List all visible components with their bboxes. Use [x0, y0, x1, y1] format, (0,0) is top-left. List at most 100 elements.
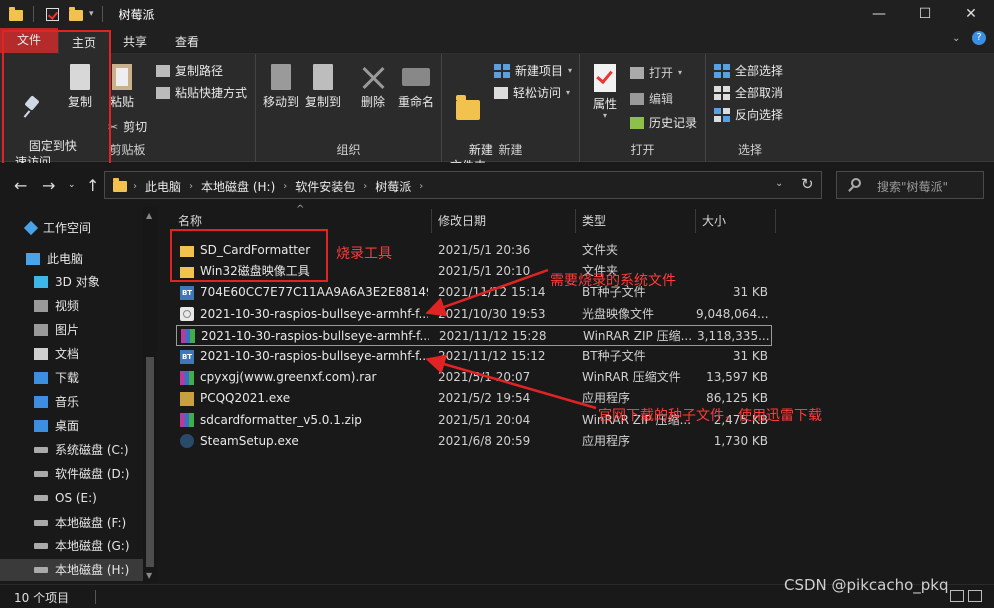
new-item-button[interactable]: 新建项目 ▾	[494, 62, 572, 79]
delete-button[interactable]: 删除	[356, 64, 390, 110]
open-button[interactable]: 打开 ▾	[630, 64, 682, 81]
properties-button[interactable]: 属性 ▾	[588, 64, 622, 120]
refresh-icon[interactable]: ↻	[801, 175, 814, 193]
select-none-button[interactable]: 全部取消	[714, 84, 783, 101]
properties-icon[interactable]	[46, 7, 59, 21]
sidebar-item[interactable]: 系统磁盘 (C:)	[0, 439, 143, 461]
file-name: 2021-10-30-raspios-bullseye-armhf-f...	[201, 328, 429, 343]
new-folder-icon[interactable]	[69, 7, 83, 21]
file-name: sdcardformatter_v5.0.1.zip	[200, 412, 362, 427]
tab-file[interactable]: 文件	[0, 28, 58, 53]
column-header-date[interactable]: 修改日期	[432, 209, 576, 233]
sidebar-item[interactable]: OS (E:)	[0, 487, 143, 509]
column-header-type[interactable]: 类型	[576, 209, 696, 233]
computer-icon	[26, 253, 40, 265]
drive-icon	[34, 567, 48, 573]
drive-icon	[34, 495, 48, 501]
select-all-button[interactable]: 全部选择	[714, 62, 783, 79]
select-group: 全部选择 全部取消 反向选择 选择	[706, 54, 794, 162]
music-icon	[34, 396, 48, 408]
sidebar-item[interactable]: 此电脑	[0, 248, 143, 270]
breadcrumb-item[interactable]: 本地磁盘 (H:)	[201, 178, 275, 195]
sidebar-item[interactable]: 视频	[0, 295, 143, 317]
sidebar-item[interactable]: 本地磁盘 (F:)	[0, 512, 143, 534]
sidebar-item[interactable]: 桌面	[0, 415, 143, 437]
sidebar-item[interactable]: 工作空间	[0, 217, 143, 239]
column-header-size[interactable]: 大小	[696, 209, 776, 233]
steam-icon	[180, 434, 194, 449]
history-button[interactable]: 历史记录	[630, 114, 697, 131]
close-button[interactable]: ✕	[948, 0, 994, 28]
archive-icon	[180, 370, 194, 385]
easy-access-button[interactable]: 轻松访问 ▾	[494, 84, 570, 101]
sidebar-item[interactable]: 软件磁盘 (D:)	[0, 463, 143, 485]
file-name: 2021-10-30-raspios-bullseye-armhf-f...	[200, 306, 428, 321]
search-icon	[851, 178, 861, 188]
minimize-button[interactable]: —	[856, 0, 902, 28]
file-date: 2021/10/30 19:53	[438, 306, 546, 321]
scrollbar-thumb[interactable]	[146, 357, 154, 567]
sidebar-item[interactable]: 3D 对象	[0, 271, 143, 293]
chevron-down-icon: ▾	[566, 88, 571, 97]
move-to-icon	[271, 64, 291, 90]
file-row[interactable]: SteamSetup.exe 2021/6/8 20:59 应用程序 1,730 KB	[176, 431, 772, 452]
file-row[interactable]: BT 2021-10-30-raspios-bullseye-armhf-f...…	[176, 346, 772, 367]
paste-shortcut-button[interactable]: 粘贴快捷方式	[156, 84, 247, 101]
copy-path-button[interactable]: 复制路径	[156, 62, 223, 79]
invert-selection-button[interactable]: 反向选择	[714, 106, 783, 123]
annotation-system-file: 需要烧录的系统文件	[550, 273, 676, 289]
tab-home[interactable]: 主页	[58, 30, 111, 54]
sidebar-scrollbar[interactable]: ▲ ▼	[143, 207, 157, 583]
breadcrumb-item[interactable]: 软件安装包	[295, 178, 355, 195]
help-icon[interactable]: ?	[972, 31, 986, 45]
sidebar-item[interactable]: 图片	[0, 319, 143, 341]
rename-button[interactable]: 重命名	[394, 64, 438, 110]
sidebar-item[interactable]: 音乐	[0, 391, 143, 413]
back-arrow-icon[interactable]: ←	[14, 176, 27, 195]
file-row[interactable]: cpyxgj(www.greenxf.com).rar 2021/5/1 20:0…	[176, 367, 772, 388]
sidebar-item[interactable]: 下载	[0, 367, 143, 389]
tab-share[interactable]: 共享	[110, 30, 160, 54]
file-date: 2021/5/1 20:04	[438, 412, 531, 427]
chevron-down-icon[interactable]: ⌄	[775, 178, 783, 189]
chevron-down-icon[interactable]: ▾	[89, 9, 94, 19]
divider	[33, 6, 34, 22]
breadcrumb-item[interactable]: 此电脑	[145, 178, 181, 195]
scroll-up-icon[interactable]: ▲	[146, 211, 152, 220]
forward-arrow-icon[interactable]: →	[42, 176, 55, 195]
file-type: 文件夹	[582, 243, 619, 257]
breadcrumb-item[interactable]: 树莓派	[375, 178, 411, 195]
download-icon	[34, 372, 48, 384]
sidebar-item[interactable]: 文档	[0, 343, 143, 365]
chevron-down-icon[interactable]: ⌄	[952, 33, 960, 44]
sidebar-item[interactable]: 本地磁盘 (H:)	[0, 559, 143, 581]
large-icons-view-icon[interactable]	[968, 590, 982, 602]
chevron-down-icon: ▾	[678, 68, 683, 77]
folder-icon	[9, 7, 23, 21]
up-arrow-icon[interactable]: ↑	[86, 176, 99, 195]
chevron-right-icon: ›	[189, 181, 194, 192]
details-view-icon[interactable]	[950, 590, 964, 602]
address-bar[interactable]: › 此电脑 › 本地磁盘 (H:) › 软件安装包 › 树莓派 › ⌄ ↻	[104, 171, 822, 199]
file-date: 2021/5/1 20:36	[438, 243, 531, 257]
recent-chevron-icon[interactable]: ⌄	[68, 180, 76, 190]
sidebar-item-label: 音乐	[55, 395, 80, 409]
cut-button[interactable]: ✂ 剪切	[108, 118, 147, 135]
edit-button[interactable]: 编辑	[630, 90, 673, 107]
move-to-button[interactable]: 移动到	[262, 64, 300, 110]
clipboard-group: 固定到快 速访问 复制 粘贴 复制路径 粘贴快捷方式 ✂ 剪切 剪贴板	[0, 54, 256, 169]
tab-view[interactable]: 查看	[162, 30, 212, 54]
file-name-cell: BT 704E60CC7E77C11AA9A6A3E2E88149...	[180, 282, 428, 303]
file-row[interactable]: 2021-10-30-raspios-bullseye-armhf-f... 20…	[176, 324, 772, 346]
search-input[interactable]: 搜索"树莓派"	[836, 171, 984, 199]
copy-to-button[interactable]: 复制到	[304, 64, 342, 110]
file-row[interactable]: BT 704E60CC7E77C11AA9A6A3E2E88149... 2021/…	[176, 282, 772, 303]
paste-button[interactable]: 粘贴	[104, 64, 140, 110]
scroll-down-icon[interactable]: ▼	[146, 571, 152, 580]
easy-access-icon	[494, 86, 508, 99]
file-name: 2021-10-30-raspios-bullseye-armhf-f...	[200, 349, 428, 363]
maximize-button[interactable]: ☐	[902, 0, 948, 28]
copy-button[interactable]: 复制	[62, 64, 98, 110]
sidebar-item[interactable]: 本地磁盘 (G:)	[0, 535, 143, 557]
file-row[interactable]: 2021-10-30-raspios-bullseye-armhf-f... 20…	[176, 304, 772, 325]
